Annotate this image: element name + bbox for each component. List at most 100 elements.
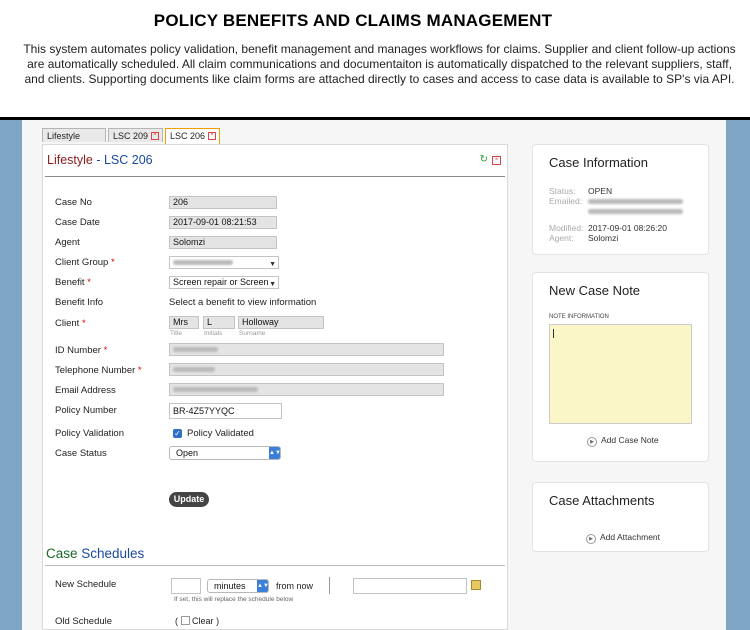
case-date-label: Case Date <box>55 217 100 228</box>
required-mark: * <box>103 345 108 356</box>
redacted-value <box>173 347 218 353</box>
title-separator: - <box>92 153 104 167</box>
case-id: LSC 206 <box>103 153 153 167</box>
tab-lsc-206[interactable]: LSC 206 × <box>165 128 220 144</box>
right-border <box>726 120 750 630</box>
case-attachments-title: Case Attachments <box>549 493 655 508</box>
client-title-field[interactable]: Mrs <box>169 316 199 329</box>
redacted-value <box>588 199 683 205</box>
button-label: Add Attachment <box>600 532 661 542</box>
schedule-amount-input[interactable] <box>171 578 201 594</box>
panel-icons: ↻ × <box>480 154 501 165</box>
chevron-updown-icon: ▲▼ <box>269 447 281 459</box>
email-field[interactable] <box>169 383 444 396</box>
left-border <box>0 120 22 630</box>
agent-info-label: Agent: <box>549 233 574 243</box>
label-text: Client <box>55 318 80 329</box>
telephone-label: Telephone Number * <box>55 365 142 376</box>
schedule-unit-select[interactable]: minutes ▲▼ <box>207 579 269 593</box>
tab-label: LSC 209 <box>113 131 149 141</box>
new-case-note-card: New Case Note NOTE INFORMATION ▶ Add Case… <box>532 272 709 462</box>
case-form: Lifestyle - LSC 206 ↻ × Case No 206 Case … <box>42 144 508 630</box>
initials-sublabel: Initials <box>204 330 223 337</box>
policy-validation-label: Policy Validation <box>55 428 125 439</box>
label-text: ID Number <box>55 345 101 356</box>
new-schedule-label: New Schedule <box>55 579 117 590</box>
required-mark: * <box>87 277 91 288</box>
tab-label: LSC 206 <box>170 131 206 141</box>
title-divider <box>45 176 505 177</box>
agent-info-value: Solomzi <box>588 233 619 243</box>
client-group-select[interactable]: ▼ <box>169 256 279 269</box>
case-information-card: Case Information Status: OPEN Emailed: M… <box>532 144 709 255</box>
label-text: Client Group <box>55 257 109 268</box>
emailed-label: Emailed: <box>549 196 583 206</box>
status-label: Status: <box>549 186 576 196</box>
client-initials-field[interactable]: L <box>203 316 235 329</box>
case-title: Lifestyle - LSC 206 <box>47 153 153 167</box>
page-description: This system automates policy validation,… <box>23 42 736 86</box>
schedule-date-input[interactable] <box>353 578 467 594</box>
from-now-text: from now <box>276 581 314 591</box>
required-mark: * <box>81 318 86 329</box>
benefit-info-label: Benefit Info <box>55 297 104 308</box>
policy-validated-checkbox[interactable]: ✓ <box>173 429 182 438</box>
schedule-unit-value: minutes <box>214 581 246 591</box>
case-no-label: Case No <box>55 197 92 208</box>
chevron-down-icon: ▼ <box>269 281 276 288</box>
tab-lsc-209[interactable]: LSC 209 × <box>108 128 163 142</box>
refresh-icon[interactable]: ↻ <box>480 154 488 165</box>
case-date-field: 2017-09-01 08:21:53 <box>169 216 277 229</box>
close-tab-icon[interactable]: × <box>151 132 159 140</box>
required-mark: * <box>137 365 142 376</box>
schedule-separator <box>329 577 330 594</box>
chevron-updown-icon: ▲▼ <box>257 580 269 592</box>
case-category: Lifestyle <box>47 153 93 167</box>
clear-label: Clear <box>192 616 214 626</box>
agent-label: Agent <box>55 237 80 248</box>
close-icon[interactable]: × <box>492 156 501 165</box>
redacted-value <box>173 260 233 266</box>
text-cursor <box>553 329 554 338</box>
close-tab-icon[interactable]: × <box>208 132 216 140</box>
surname-sublabel: Surname <box>239 330 266 337</box>
policy-validated-text: Policy Validated <box>187 428 254 439</box>
emailed-value <box>588 196 683 216</box>
id-number-field[interactable] <box>169 343 444 356</box>
add-case-note-button[interactable]: ▶ Add Case Note <box>587 435 659 447</box>
calendar-icon[interactable] <box>471 580 481 590</box>
paren-open: ( <box>175 616 178 626</box>
client-surname-field[interactable]: Holloway <box>238 316 324 329</box>
note-textarea[interactable] <box>549 324 692 424</box>
schedules-divider <box>45 565 505 566</box>
heading-part: Case <box>46 546 78 561</box>
redacted-value <box>173 387 258 393</box>
update-button[interactable]: Update <box>169 492 209 507</box>
benefit-label: Benefit * <box>55 277 91 288</box>
modified-value: 2017-09-01 08:26:20 <box>588 223 667 233</box>
add-attachment-button[interactable]: ▶ Add Attachment <box>586 532 660 544</box>
client-group-label: Client Group * <box>55 257 115 268</box>
client-label: Client * <box>55 318 86 329</box>
case-status-select[interactable]: Open ▲▼ <box>169 446 281 460</box>
email-label: Email Address <box>55 385 116 396</box>
schedule-hint: If set, this will replace the schedule b… <box>174 596 294 603</box>
redacted-value <box>173 367 215 373</box>
status-value: OPEN <box>588 186 613 196</box>
redacted-value <box>588 209 683 215</box>
new-case-note-title: New Case Note <box>549 283 641 298</box>
telephone-field[interactable] <box>169 363 444 376</box>
clear-checkbox[interactable] <box>180 616 190 625</box>
policy-number-field[interactable]: BR-4Z57YYQC <box>169 403 282 419</box>
benefit-value: Screen repair or Screen <box>173 277 269 287</box>
tab-lifestyle-cases[interactable]: Lifestyle Cases <box>42 128 106 155</box>
label-text: Benefit <box>55 277 85 288</box>
policy-number-label: Policy Number <box>55 405 117 416</box>
note-information-label: NOTE INFORMATION <box>549 314 609 320</box>
benefit-select[interactable]: Screen repair or Screen ▼ <box>169 276 279 289</box>
old-schedule-label: Old Schedule <box>55 616 113 627</box>
required-mark: * <box>110 257 115 268</box>
paren-close: ) <box>216 616 220 626</box>
page-heading: POLICY BENEFITS AND CLAIMS MANAGEMENT <box>153 11 553 30</box>
case-information-title: Case Information <box>549 155 648 170</box>
